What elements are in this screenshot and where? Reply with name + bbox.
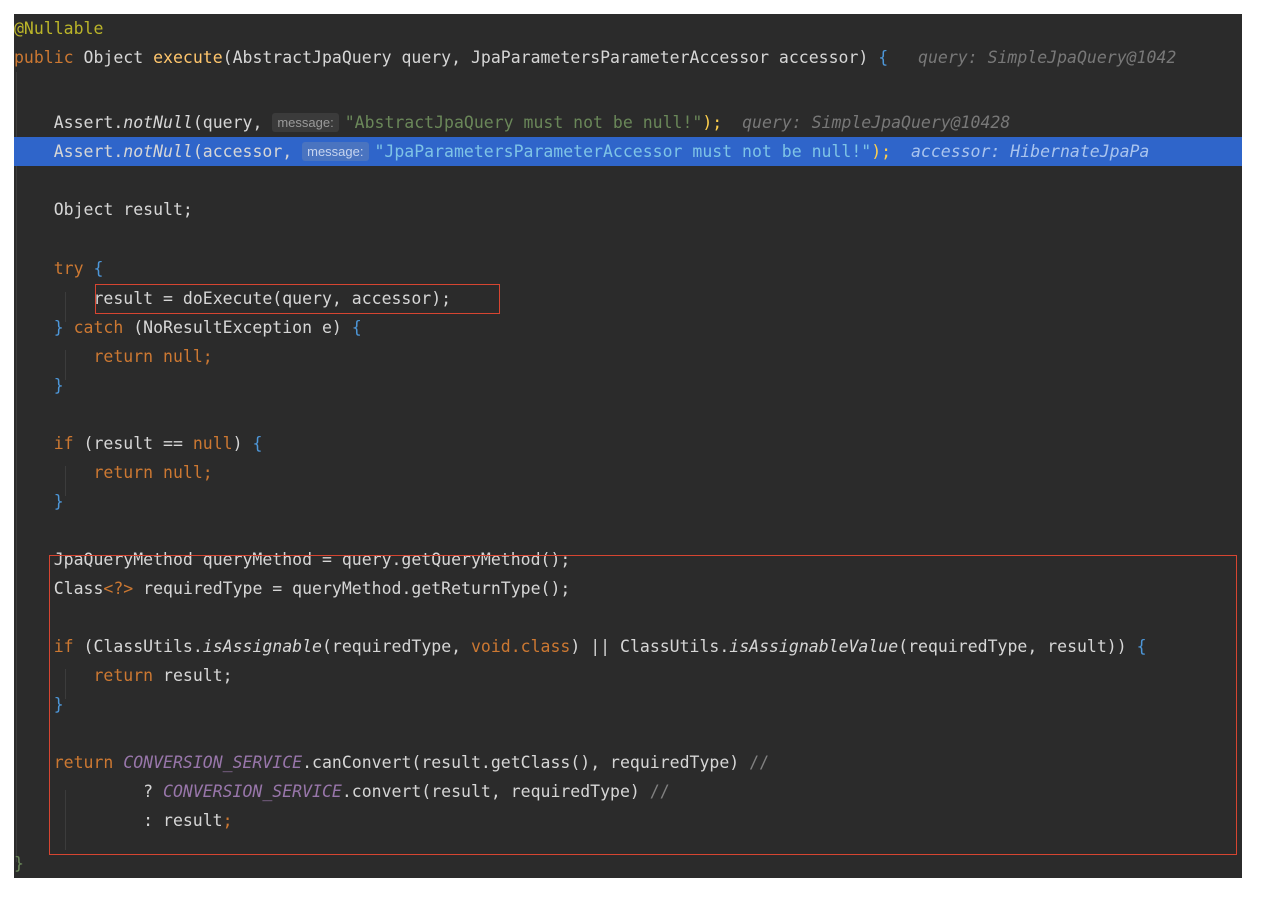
code-line: if (result == null) { <box>14 429 263 458</box>
statement-end: ); <box>871 142 892 161</box>
code-line: result = doExecute(query, accessor); <box>14 284 451 313</box>
args: (requiredType, result)) <box>898 637 1137 656</box>
brace: { <box>351 318 362 337</box>
catch-args: (NoResultException e) <box>123 318 352 337</box>
return-type: Object <box>73 48 154 67</box>
required-type-statement: requiredType = queryMethod.getReturnType… <box>133 579 571 598</box>
convert-call: .convert(result, requiredType) <box>341 782 650 801</box>
semicolon: ; <box>222 811 233 830</box>
constant: CONVERSION_SERVICE <box>163 782 342 801</box>
code-line: } catch (NoResultException e) { <box>14 313 362 342</box>
code-line: try { <box>14 254 104 283</box>
brace: } <box>53 318 74 337</box>
class-ref: Assert. <box>53 113 124 132</box>
code-line: } <box>14 849 24 878</box>
code-line: return null; <box>14 342 213 371</box>
class-type: Class <box>53 579 104 598</box>
keyword-if: if <box>53 434 74 453</box>
string-literal: "JpaParametersParameterAccessor must not… <box>374 142 872 161</box>
declaration: Object result; <box>53 200 193 219</box>
code-line: ? CONVERSION_SERVICE.convert(result, req… <box>14 777 670 806</box>
semicolon: ; <box>202 347 213 366</box>
code-line: } <box>14 487 64 516</box>
code-line: return result; <box>14 661 233 690</box>
code-line: } <box>14 690 64 719</box>
annotation: @Nullable <box>14 19 104 38</box>
if-condition-end: ) <box>232 434 253 453</box>
class-ref: Assert. <box>53 142 124 161</box>
brace: } <box>53 376 64 395</box>
comment: // <box>749 753 770 772</box>
args: (accessor, <box>192 142 303 161</box>
string-literal: "AbstractJpaQuery must not be null!" <box>344 113 703 132</box>
args: (requiredType, <box>321 637 471 656</box>
static-method: isAssignable <box>202 637 322 656</box>
code-line: Assert.notNull(query, message: "AbstractJ… <box>14 108 1010 137</box>
parameter-hint: message: <box>272 113 339 132</box>
brace: { <box>83 259 104 278</box>
brace: { <box>252 434 263 453</box>
ternary-question: ? <box>143 782 164 801</box>
debug-inline-value: query: SimpleJpaQuery@10428 <box>742 113 1011 132</box>
brace: } <box>53 492 64 511</box>
void-class: void.class <box>471 637 571 656</box>
args: ) || ClassUtils. <box>570 637 730 656</box>
keyword-catch: catch <box>73 318 124 337</box>
code-line: public Object execute(AbstractJpaQuery q… <box>14 43 1176 72</box>
static-method: notNull <box>123 113 193 132</box>
code-line: return null; <box>14 458 213 487</box>
code-line: return CONVERSION_SERVICE.canConvert(res… <box>14 748 769 777</box>
statement-end: ); <box>702 113 723 132</box>
if-condition: (result == <box>73 434 193 453</box>
debug-inline-value: query: SimpleJpaQuery@1042 <box>918 48 1177 67</box>
keyword-return: return <box>93 463 154 482</box>
brace: } <box>53 695 64 714</box>
current-execution-line[interactable]: Assert.notNull(accessor, message: "JpaPar… <box>14 137 1242 166</box>
brace: { <box>1136 637 1147 656</box>
semicolon: ; <box>202 463 213 482</box>
code-line: : result; <box>14 806 233 835</box>
query-method-statement: JpaQueryMethod queryMethod = query.getQu… <box>53 550 571 569</box>
do-execute-statement: result = doExecute(query, accessor); <box>93 289 452 308</box>
debug-inline-value: accessor: HibernateJpaPa <box>910 142 1150 161</box>
code-line: Object result; <box>14 195 193 224</box>
method-name: execute <box>153 48 223 67</box>
keyword-null: null <box>192 434 233 453</box>
static-method: notNull <box>123 142 193 161</box>
code-line: JpaQueryMethod queryMethod = query.getQu… <box>14 545 571 574</box>
brace: { <box>868 48 889 67</box>
if-condition: (ClassUtils. <box>73 637 203 656</box>
keyword-return: return <box>93 347 154 366</box>
keyword-return: return <box>53 753 114 772</box>
return-value: result; <box>153 666 233 685</box>
comment: // <box>649 782 670 801</box>
keyword-null: null <box>163 463 203 482</box>
code-line: @Nullable <box>14 14 103 43</box>
static-method: isAssignableValue <box>729 637 899 656</box>
code-line: } <box>14 371 64 400</box>
code-line: if (ClassUtils.isAssignable(requiredType… <box>14 632 1147 661</box>
can-convert-call: .canConvert(result.getClass(), requiredT… <box>302 753 750 772</box>
keyword: public <box>14 48 74 67</box>
code-line: Class<?> requiredType = queryMethod.getR… <box>14 574 571 603</box>
keyword-if: if <box>53 637 74 656</box>
code-editor[interactable]: @Nullable public Object execute(Abstract… <box>14 14 1242 878</box>
keyword-null: null <box>163 347 203 366</box>
parameters: (AbstractJpaQuery query, JpaParametersPa… <box>222 48 869 67</box>
keyword-return: return <box>93 666 154 685</box>
parameter-hint: message: <box>302 142 369 161</box>
constant: CONVERSION_SERVICE <box>123 753 303 772</box>
ternary-colon: : result <box>143 811 223 830</box>
keyword-try: try <box>53 259 84 278</box>
args: (query, <box>192 113 273 132</box>
method-close-brace: } <box>14 854 24 873</box>
generic: <?> <box>103 579 134 598</box>
